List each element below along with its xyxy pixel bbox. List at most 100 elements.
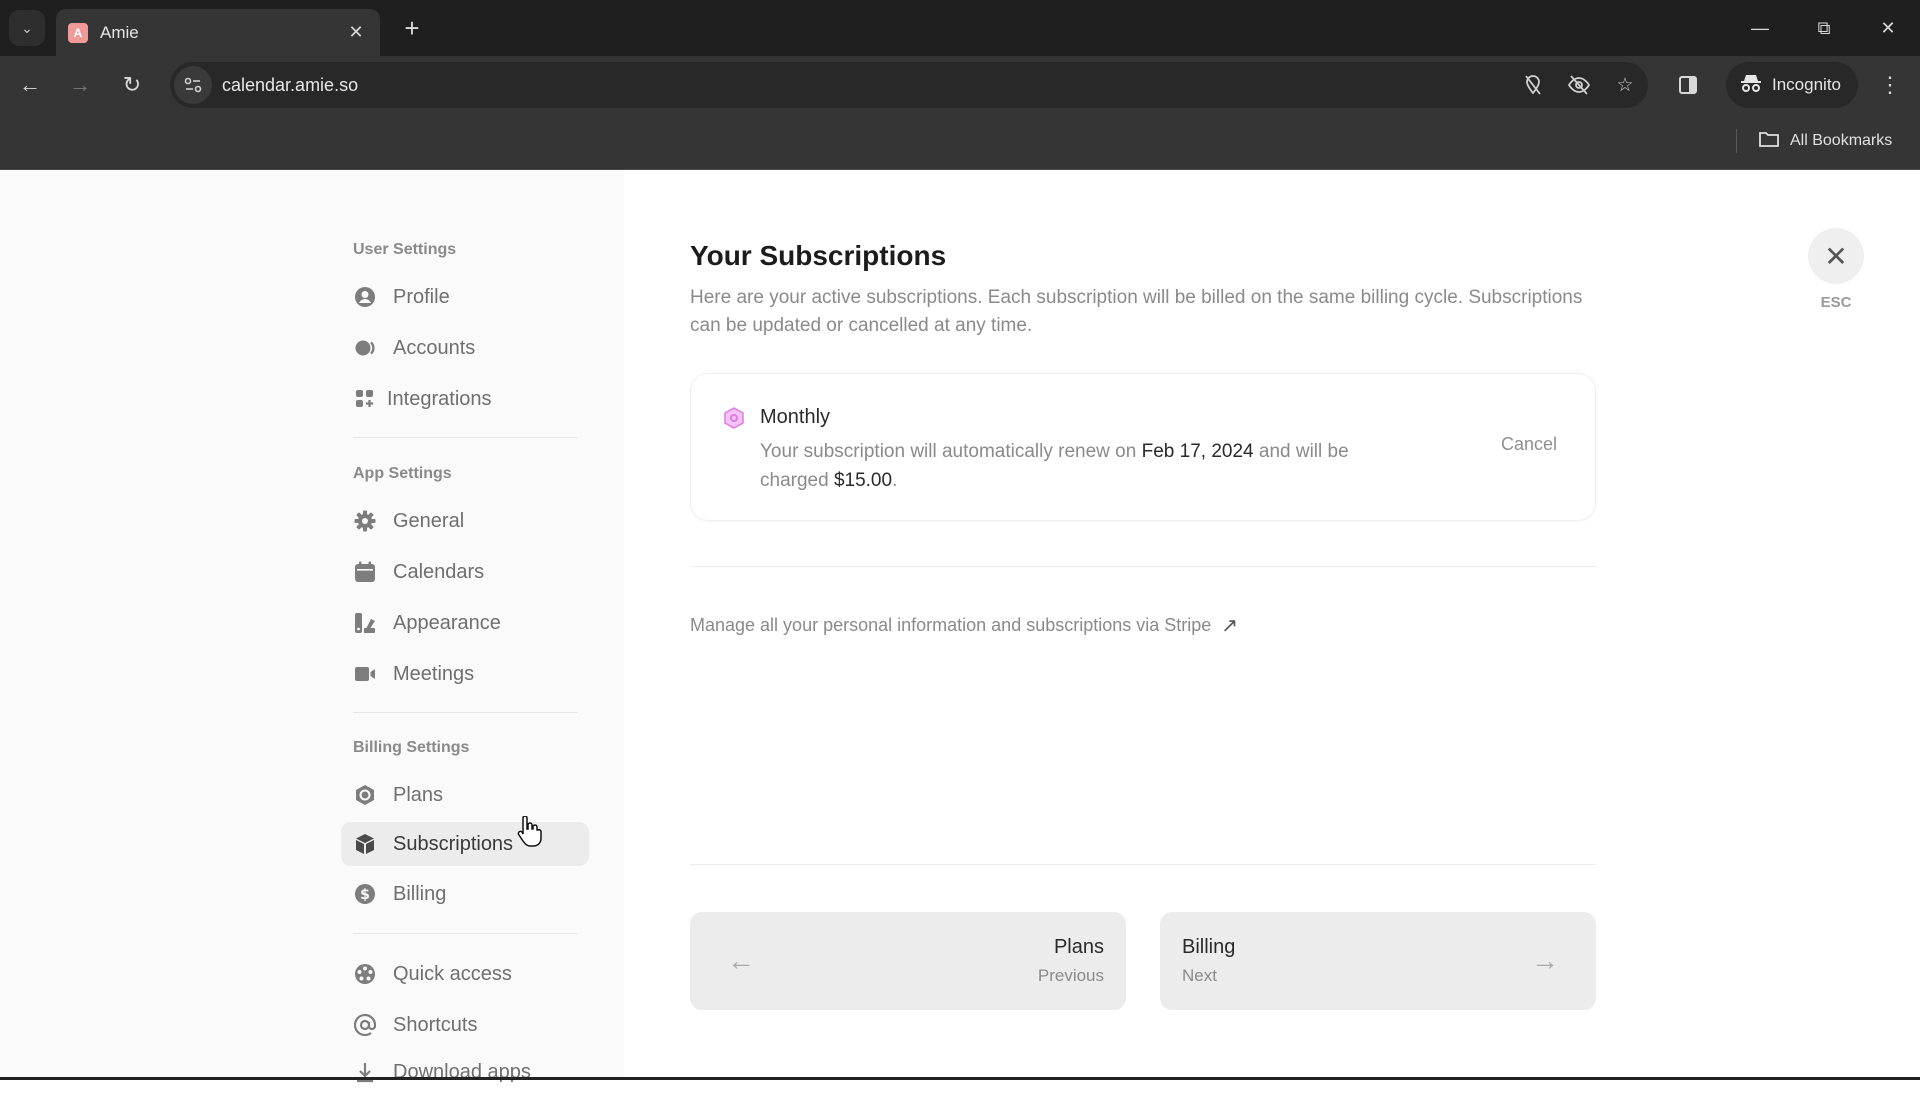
page-subtitle: Here are your active subscriptions. Each… <box>690 287 1583 336</box>
at-icon <box>353 1013 377 1037</box>
video-icon <box>353 662 377 686</box>
arrow-left-icon: ← <box>727 945 755 976</box>
back-icon[interactable]: ← <box>12 67 48 103</box>
minimize-icon[interactable]: — <box>1728 0 1792 56</box>
section-title-billing-settings: Billing Settings <box>353 739 470 756</box>
sidebar-divider <box>353 933 577 934</box>
bookmark-star-icon[interactable]: ☆ <box>1602 74 1648 97</box>
section-title-user-settings: User Settings <box>353 241 457 258</box>
sidebar-divider <box>353 712 577 713</box>
renew-date: Feb 17, 2024 <box>1141 441 1254 462</box>
plan-hexagon-icon <box>724 407 744 429</box>
tab-close-icon[interactable]: ✕ <box>344 22 368 43</box>
box-icon <box>353 832 377 856</box>
all-bookmarks-button[interactable]: All Bookmarks <box>1758 126 1892 156</box>
bookmarks-bar: All Bookmarks <box>0 114 1920 170</box>
sidebar-item-label: Integrations <box>387 387 492 410</box>
sidebar-item-subscriptions[interactable]: Subscriptions <box>341 822 589 866</box>
esc-label: ESC <box>1820 294 1852 311</box>
amie-favicon-icon: A <box>68 22 88 43</box>
cancel-subscription-button[interactable]: Cancel <box>1501 434 1557 455</box>
arrow-right-icon: → <box>1531 945 1559 976</box>
all-bookmarks-label: All Bookmarks <box>1790 132 1893 149</box>
close-settings: ✕ ESC <box>1808 228 1864 311</box>
restore-icon[interactable]: ⧉ <box>1792 0 1856 56</box>
aperture-icon <box>353 962 377 986</box>
eye-off-icon[interactable] <box>1556 75 1602 95</box>
sidebar-item-profile[interactable]: Profile <box>341 275 589 319</box>
sidebar-item-integrations[interactable]: Integrations <box>341 377 589 421</box>
sidebar-item-billing[interactable]: $ Billing <box>341 872 589 916</box>
reload-icon[interactable]: ↻ <box>114 67 150 103</box>
download-icon <box>353 1060 377 1084</box>
divider <box>690 566 1596 567</box>
sidebar-item-label: Calendars <box>393 560 485 583</box>
sidebar-item-label: Profile <box>393 285 450 308</box>
sidebar-item-accounts[interactable]: Accounts <box>341 326 589 370</box>
previous-page-title: Plans <box>1053 936 1104 958</box>
kebab-menu-icon[interactable]: ⋮ <box>1872 67 1908 103</box>
grid-plus-icon <box>353 387 377 411</box>
url-text[interactable]: calendar.amie.so <box>222 75 1510 96</box>
svg-text:$: $ <box>360 887 370 903</box>
sidebar-item-shortcuts[interactable]: Shortcuts <box>341 1003 589 1047</box>
sidebar-item-quick-access[interactable]: Quick access <box>341 952 589 996</box>
sidebar-item-label: Appearance <box>393 611 501 634</box>
accounts-icon <box>353 336 377 360</box>
sidebar-item-label: General <box>393 509 465 532</box>
sidebar-item-general[interactable]: General <box>341 499 589 543</box>
chevron-down-icon: ⌄ <box>21 19 33 36</box>
bookmarks-separator <box>1736 129 1737 153</box>
stripe-link-label: Manage all your personal information and… <box>690 615 1212 635</box>
forward-icon[interactable]: → <box>62 67 98 103</box>
appearance-icon <box>353 611 377 635</box>
sidebar-item-label: Billing <box>393 882 447 905</box>
settings-page: User Settings Profile Accounts Integrati… <box>0 170 1920 1083</box>
sidebar-item-label: Shortcuts <box>393 1013 478 1036</box>
dollar-icon: $ <box>353 882 377 906</box>
sidebar-item-appearance[interactable]: Appearance <box>341 601 589 645</box>
calendar-icon <box>353 560 377 584</box>
side-panel-icon[interactable] <box>1670 67 1706 103</box>
close-button[interactable]: ✕ <box>1808 228 1864 284</box>
sidebar-item-label: Quick access <box>393 962 512 985</box>
incognito-label: Incognito <box>1772 75 1841 94</box>
folder-icon <box>1758 130 1780 153</box>
page-title: Your Subscriptions <box>690 240 947 271</box>
previous-page-button[interactable]: ← Plans Previous <box>690 912 1126 1010</box>
incognito-badge[interactable]: Incognito <box>1726 62 1858 108</box>
location-off-icon[interactable] <box>1510 74 1556 96</box>
sidebar-item-label: Download apps <box>393 1060 531 1083</box>
next-page-button[interactable]: Billing Next → <box>1160 912 1596 1010</box>
window-controls: — ⧉ ✕ <box>1728 0 1920 56</box>
sidebar-item-meetings[interactable]: Meetings <box>341 652 589 696</box>
window-close-icon[interactable]: ✕ <box>1856 0 1920 56</box>
sidebar-item-plans[interactable]: Plans <box>341 773 589 817</box>
gear-icon <box>353 509 377 533</box>
section-title-app-settings: App Settings <box>353 465 452 482</box>
sidebar-item-download-apps[interactable]: Download apps <box>341 1050 589 1094</box>
external-link-arrow-icon: ↗ <box>1221 615 1239 637</box>
sidebar-item-calendars[interactable]: Calendars <box>341 550 589 594</box>
site-settings-icon[interactable] <box>174 66 212 104</box>
next-page-title: Billing <box>1182 936 1236 958</box>
sidebar-divider <box>353 437 577 438</box>
previous-page-label: Previous <box>1037 966 1104 985</box>
charge-amount: $15.00 <box>833 470 893 491</box>
user-circle-icon <box>353 285 377 309</box>
hexagon-icon <box>353 783 377 807</box>
browser-toolbar: ← → ↻ calendar.amie.so ☆ Incognito ⋮ <box>0 56 1920 114</box>
new-tab-button[interactable]: + <box>396 12 428 44</box>
incognito-icon <box>1740 73 1762 98</box>
close-icon: ✕ <box>1824 240 1848 272</box>
tab-title: Amie <box>100 22 139 42</box>
stripe-manage-link[interactable]: Manage all your personal information and… <box>690 613 1238 638</box>
hand-pointer-cursor-icon <box>517 816 542 847</box>
sidebar-item-label: Meetings <box>393 662 475 685</box>
browser-tab[interactable]: A Amie ✕ <box>56 9 380 56</box>
tab-search-button[interactable]: ⌄ <box>9 10 45 46</box>
address-bar[interactable]: calendar.amie.so ☆ <box>170 62 1648 108</box>
sidebar-item-label: Accounts <box>393 336 476 359</box>
browser-tabstrip: ⌄ A Amie ✕ + — ⧉ ✕ <box>0 0 1920 56</box>
sidebar-item-label: Plans <box>393 783 444 806</box>
